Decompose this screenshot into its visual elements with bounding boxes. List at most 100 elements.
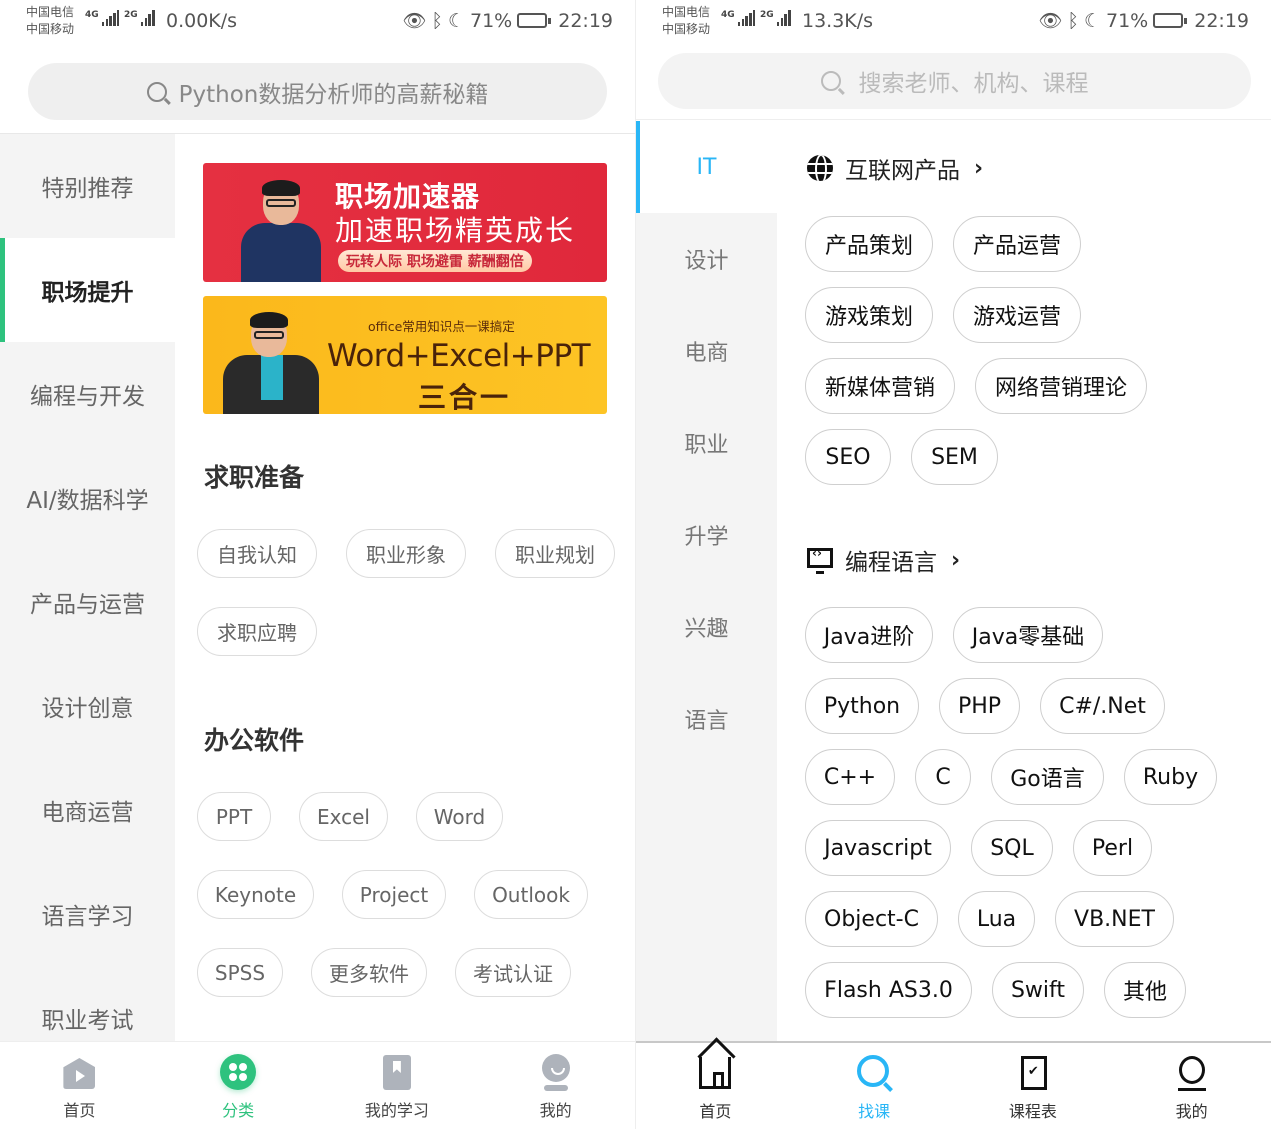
- category-content: 互联网产品 › 产品策划 产品运营 游戏策划 游戏运营新媒体营销 网络营销理论 SEO SE…: [777, 121, 1271, 1041]
- tag-chip[interactable]: Excel: [299, 792, 388, 841]
- sidebar-item[interactable]: 设计创意: [0, 654, 175, 758]
- left-screen: 中国电信 中国移动 4G 2G 0.00K/s 👁 ᛒ ☾ 71% 22:19 …: [0, 0, 635, 1129]
- tag-chip[interactable]: Java进阶: [805, 607, 933, 663]
- nav-home[interactable]: 首页: [0, 1042, 159, 1129]
- tag-chip[interactable]: Object-C: [805, 891, 938, 947]
- tag-chip[interactable]: 其他: [1104, 962, 1186, 1018]
- tag-chip[interactable]: Project: [342, 870, 446, 919]
- sidebar-item[interactable]: 电商: [636, 305, 777, 397]
- nav-label: 找课: [858, 1102, 891, 1121]
- tag-chip[interactable]: SQL: [971, 820, 1053, 876]
- tag-chip[interactable]: Perl: [1073, 820, 1152, 876]
- tag-chip[interactable]: Javascript: [805, 820, 951, 876]
- sidebar-item[interactable]: 职场提升: [0, 238, 175, 342]
- banner-title: Word+Excel+PPT: [327, 338, 591, 374]
- bluetooth-icon: ᛒ: [431, 9, 443, 32]
- sidebar-item[interactable]: 产品与运营: [0, 550, 175, 654]
- right-screen: 中国电信 中国移动 4G 2G 13.3K/s 👁 ᛒ ☾ 71% 22:19 …: [635, 0, 1271, 1129]
- sidebar-item-label: 职业考试: [41, 1008, 134, 1034]
- sidebar-item[interactable]: AI/数据科学: [0, 446, 175, 550]
- status-bar: 中国电信 中国移动 4G 2G 0.00K/s 👁 ᛒ ☾ 71% 22:19: [0, 0, 635, 44]
- sidebar-item-label: 电商运营: [41, 800, 134, 826]
- promo-banner-career-accelerator[interactable]: 职场加速器 加速职场精英成长 玩转人际 职场避雷 薪酬翻倍: [203, 163, 607, 282]
- tag-chip[interactable]: PHP: [939, 678, 1020, 734]
- nav-find-course[interactable]: 找课: [795, 1043, 954, 1129]
- tag-chip[interactable]: Flash AS3.0: [805, 962, 972, 1018]
- sidebar-item-label: 升学: [684, 525, 729, 550]
- sidebar-item[interactable]: 语言: [636, 673, 777, 765]
- tag-chip[interactable]: C#/.Net: [1040, 678, 1165, 734]
- nav-my-learning[interactable]: 我的学习: [318, 1042, 477, 1129]
- tag-chip[interactable]: Word: [416, 792, 503, 841]
- divider: [636, 119, 1271, 120]
- tag-chip[interactable]: Python: [805, 678, 919, 734]
- do-not-disturb-moon-icon: ☾: [1083, 9, 1101, 32]
- tag-chip[interactable]: SEO: [805, 429, 891, 485]
- tag-chip[interactable]: PPT: [197, 792, 271, 841]
- tag-chip[interactable]: C: [915, 749, 971, 805]
- section-header-internet-product[interactable]: 互联网产品 ›: [807, 151, 983, 185]
- sidebar-item[interactable]: 兴趣: [636, 581, 777, 673]
- tag-chip[interactable]: Java零基础: [953, 607, 1103, 663]
- tag-chip[interactable]: 产品运营: [953, 216, 1081, 272]
- tag-chip[interactable]: 职业规划: [495, 529, 615, 578]
- tag-chip[interactable]: 游戏策划: [805, 287, 933, 343]
- sidebar-item[interactable]: 职业: [636, 397, 777, 489]
- tag-chip[interactable]: 考试认证: [455, 948, 571, 997]
- battery-percent: 71%: [1106, 9, 1149, 32]
- nav-schedule[interactable]: 课程表: [954, 1043, 1113, 1129]
- tag-chip[interactable]: 求职应聘: [197, 607, 317, 656]
- sidebar-item[interactable]: 编程与开发: [0, 342, 175, 446]
- tag-chip[interactable]: SEM: [911, 429, 998, 485]
- category-content: 职场加速器 加速职场精英成长 玩转人际 职场避雷 薪酬翻倍 office常用知识…: [175, 134, 635, 1041]
- sidebar-item-label: 语言: [684, 709, 729, 734]
- tag-chip[interactable]: 游戏运营: [953, 287, 1081, 343]
- eye-comfort-icon: 👁: [402, 10, 427, 32]
- nav-profile[interactable]: 我的: [476, 1042, 635, 1129]
- net-type-2: 2G: [760, 10, 774, 20]
- tag-chip[interactable]: 更多软件: [311, 948, 427, 997]
- section-header-programming[interactable]: 编程语言 ›: [807, 543, 960, 577]
- sidebar-item[interactable]: 设计: [636, 213, 777, 305]
- tag-chip[interactable]: Go语言: [991, 749, 1104, 805]
- carrier-labels: 中国电信 中国移动: [26, 4, 74, 38]
- search-bar[interactable]: 搜索老师、机构、课程: [658, 53, 1251, 109]
- search-icon: [857, 1055, 890, 1087]
- tag-chip[interactable]: C++: [805, 749, 895, 805]
- tag-chip[interactable]: 产品策划: [805, 216, 933, 272]
- category-sidebar: 特别推荐职场提升编程与开发 AI/数据科学 产品与运营 设计创意电商运营语言学习职业考…: [0, 134, 175, 1041]
- sidebar-item[interactable]: 语言学习: [0, 862, 175, 966]
- nav-profile[interactable]: 我的: [1112, 1043, 1271, 1129]
- banner-subtitle: 加速职场精英成长: [335, 214, 576, 247]
- nav-category[interactable]: 分类: [159, 1042, 318, 1129]
- category-icon: [220, 1054, 257, 1090]
- signal-2g-icon: 2G: [124, 10, 156, 26]
- clock: 22:19: [1194, 9, 1249, 32]
- sidebar-item[interactable]: 升学: [636, 489, 777, 581]
- sidebar-item[interactable]: 特别推荐: [0, 134, 175, 238]
- tag-chip[interactable]: Swift: [992, 962, 1084, 1018]
- tag-chip[interactable]: 自我认知: [197, 529, 317, 578]
- tag-chip[interactable]: Lua: [958, 891, 1035, 947]
- promo-banner-office[interactable]: office常用知识点一课搞定 Word+Excel+PPT 三合一: [203, 296, 607, 414]
- section-title: 编程语言: [845, 550, 937, 576]
- tag-chip[interactable]: Outlook: [474, 870, 588, 919]
- carrier-1: 中国电信: [26, 5, 75, 19]
- tag-chip[interactable]: 新媒体营销: [805, 358, 955, 414]
- tag-chip[interactable]: 网络营销理论: [975, 358, 1147, 414]
- status-right: 👁 ᛒ ☾ 71% 22:19: [1038, 9, 1249, 33]
- tag-chip[interactable]: 职业形象: [346, 529, 466, 578]
- schedule-icon: [1020, 1056, 1047, 1090]
- net-type-1: 4G: [85, 10, 99, 20]
- sidebar-item[interactable]: 电商运营: [0, 758, 175, 862]
- sidebar-item-label: 职场提升: [41, 280, 134, 306]
- tag-chip[interactable]: Ruby: [1124, 749, 1217, 805]
- search-bar[interactable]: Python数据分析师的高薪秘籍: [28, 63, 607, 120]
- sidebar-item[interactable]: IT: [636, 121, 777, 213]
- tag-chip[interactable]: VB.NET: [1055, 891, 1174, 947]
- tag-chip[interactable]: Keynote: [197, 870, 314, 919]
- battery-icon: [1153, 13, 1188, 28]
- tag-chip[interactable]: SPSS: [197, 948, 283, 997]
- profile-icon: [541, 1054, 570, 1082]
- nav-home[interactable]: 首页: [636, 1043, 795, 1129]
